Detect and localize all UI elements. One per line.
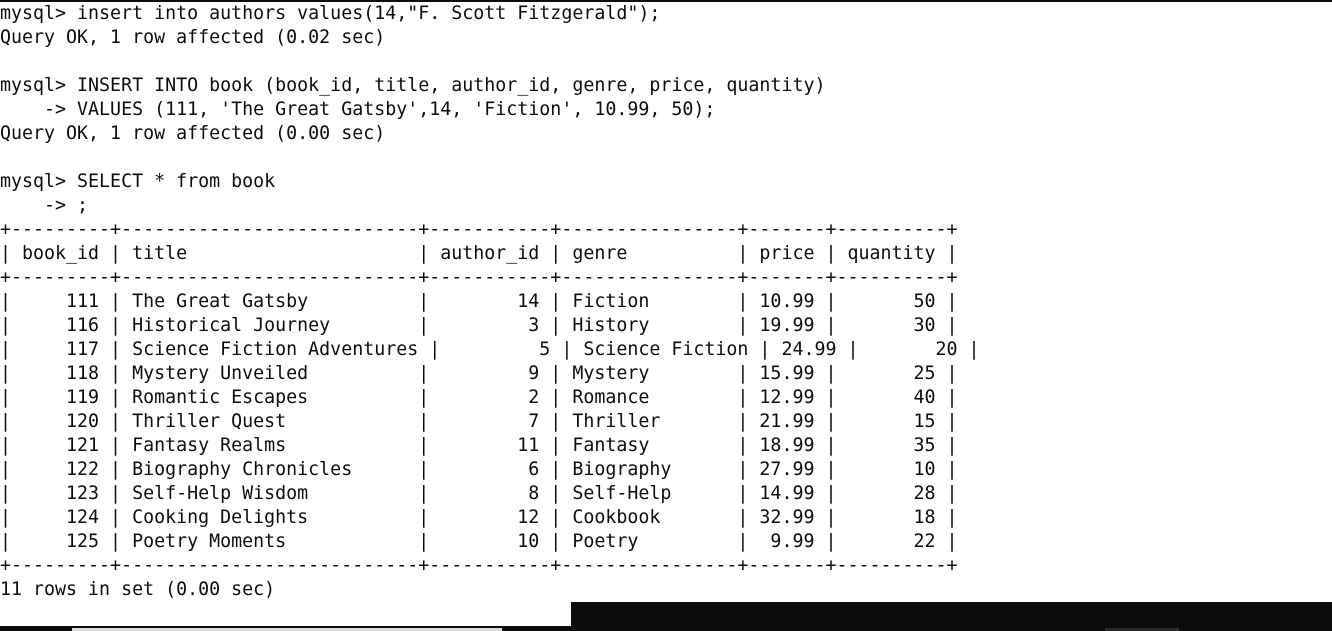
table-border-top: +---------+---------------------------+-… xyxy=(0,219,958,240)
query-result-line: Query OK, 1 row affected (0.00 sec) xyxy=(0,123,386,144)
table-border-mid: +---------+---------------------------+-… xyxy=(0,267,958,288)
taskbar-right xyxy=(571,602,1332,631)
table-row: | 116 | Historical Journey | 3 | History… xyxy=(0,315,958,336)
command-select-book: mysql> SELECT * from book xyxy=(0,171,276,192)
table-row: | 122 | Biography Chronicles | 6 | Biogr… xyxy=(0,459,958,480)
command-insert-book: mysql> INSERT INTO book (book_id, title,… xyxy=(0,75,826,96)
table-border-bottom: +---------+---------------------------+-… xyxy=(0,555,958,576)
command-continuation-values: -> VALUES (111, 'The Great Gatsby',14, '… xyxy=(0,99,716,120)
table-row: | 120 | Thriller Quest | 7 | Thriller | … xyxy=(0,411,958,432)
table-row: | 119 | Romantic Escapes | 2 | Romance |… xyxy=(0,387,958,408)
table-row: | 118 | Mystery Unveiled | 9 | Mystery |… xyxy=(0,363,958,384)
table-row: | 121 | Fantasy Realms | 11 | Fantasy | … xyxy=(0,435,958,456)
terminal-output[interactable]: mysql> insert into authors values(14,"F.… xyxy=(0,2,980,602)
table-row: | 123 | Self-Help Wisdom | 8 | Self-Help… xyxy=(0,483,958,504)
table-row: | 125 | Poetry Moments | 10 | Poetry | 9… xyxy=(0,531,958,552)
terminal-window: mysql> insert into authors values(14,"F.… xyxy=(0,0,1332,631)
rows-in-set-status: 11 rows in set (0.00 sec) xyxy=(0,579,276,600)
table-row: | 111 | The Great Gatsby | 14 | Fiction … xyxy=(0,291,958,312)
command-continuation-semicolon: -> ; xyxy=(0,195,89,216)
table-header-row: | book_id | title | author_id | genre | … xyxy=(0,243,958,264)
command-insert-author: mysql> insert into authors values(14,"F.… xyxy=(0,3,661,24)
table-row: | 117 | Science Fiction Adventures | 5 |… xyxy=(0,339,980,360)
query-result-line: Query OK, 1 row affected (0.02 sec) xyxy=(0,27,386,48)
table-row: | 124 | Cooking Delights | 12 | Cookbook… xyxy=(0,507,958,528)
